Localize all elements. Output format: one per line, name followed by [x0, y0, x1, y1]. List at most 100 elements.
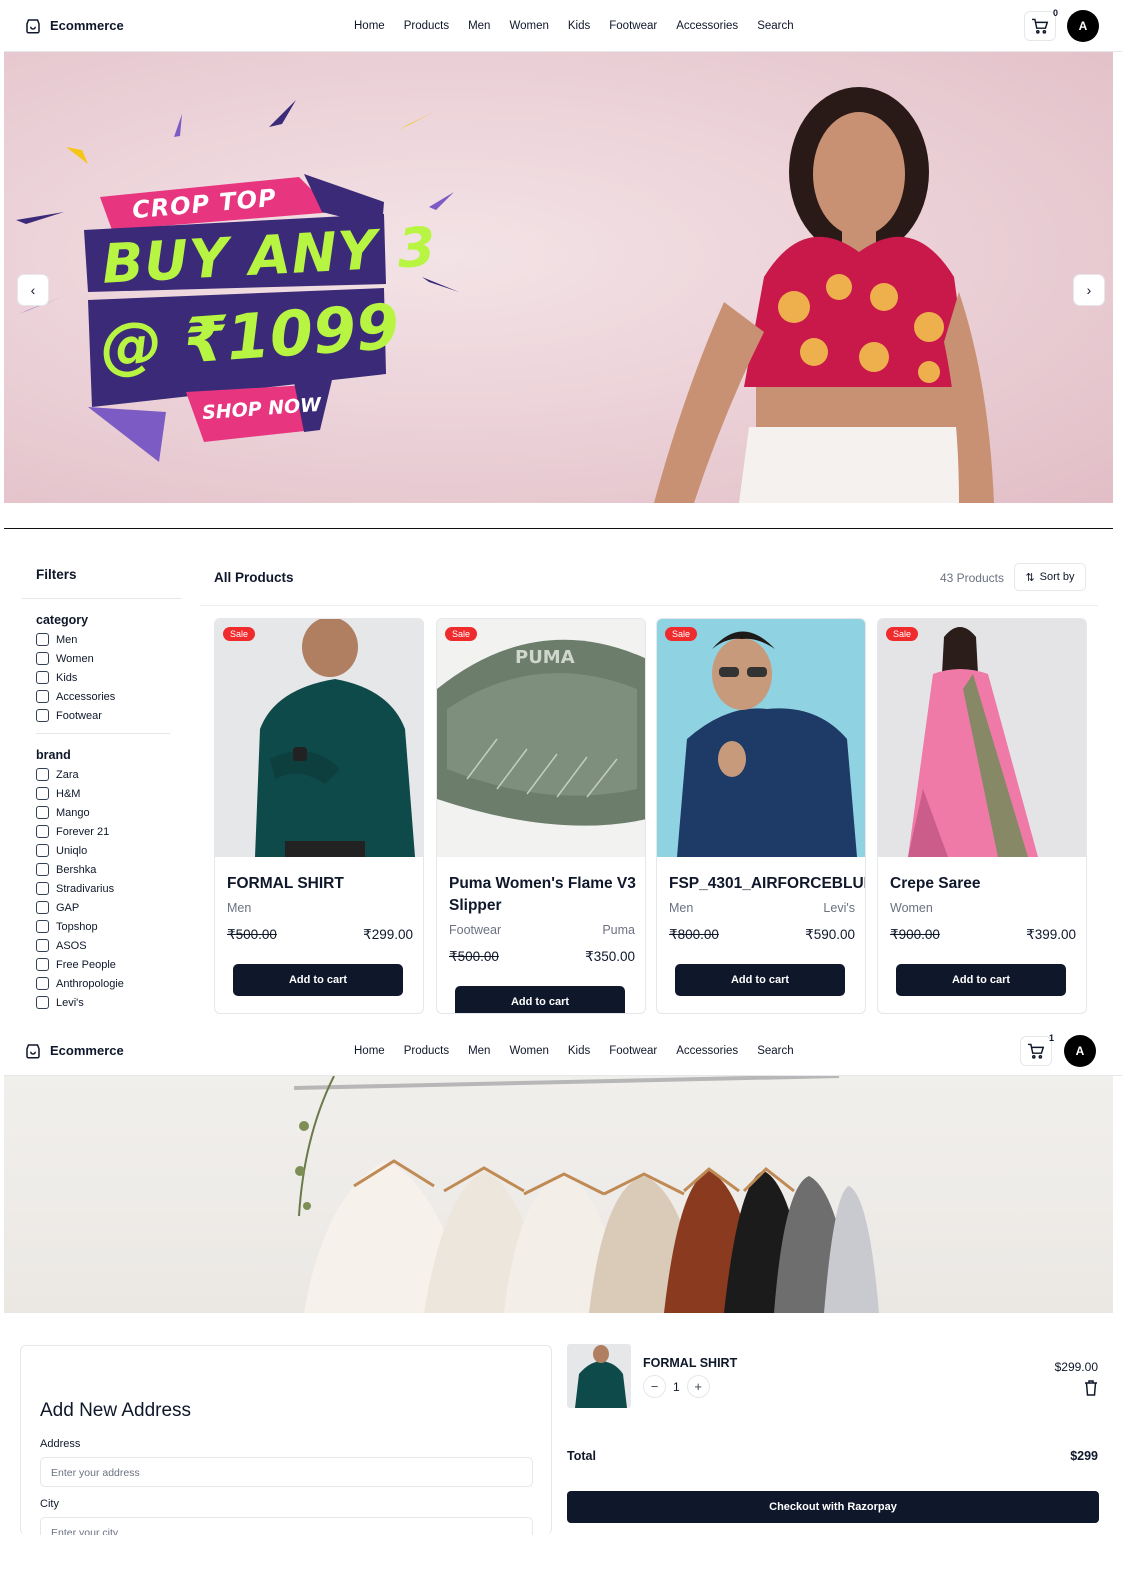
nav-home[interactable]: Home — [354, 20, 385, 32]
brand-option-topshop[interactable]: Topshop — [36, 917, 182, 936]
sort-button[interactable]: ⇅ Sort by — [1014, 563, 1086, 591]
remove-item-button[interactable] — [1084, 1380, 1098, 1401]
category-option-kids[interactable]: Kids — [36, 668, 182, 687]
carousel-next-button[interactable]: › — [1073, 274, 1105, 306]
product-title[interactable]: Puma Women's Flame V3 Slipper — [449, 873, 637, 917]
brand-option-free-people[interactable]: Free People — [36, 955, 182, 974]
product-card[interactable]: PUMA Sale Puma Women's Flame V3 Slipper … — [436, 618, 646, 1014]
checkbox[interactable] — [36, 863, 49, 876]
checkbox[interactable] — [36, 806, 49, 819]
increase-quantity-button[interactable]: + — [686, 1375, 710, 1398]
product-price-row: ₹500.00 ₹350.00 — [449, 949, 635, 965]
product-card[interactable]: Sale FSP_4301_AIRFORCEBLUE Men Levi's ₹8… — [656, 618, 866, 1014]
checkout-button[interactable]: Checkout with Razorpay — [567, 1491, 1099, 1523]
product-image[interactable]: Sale — [215, 619, 423, 857]
cart-item-name: FORMAL SHIRT — [643, 1356, 738, 1370]
sale-price: ₹590.00 — [805, 927, 855, 942]
brand-option-zara[interactable]: Zara — [36, 765, 182, 784]
hero-banner[interactable]: CROP TOP BUY ANY 3 @ ₹1099 SHOP NOW ‹ › — [4, 52, 1113, 503]
category-option-women[interactable]: Women — [36, 649, 182, 668]
brand-option-bershka[interactable]: Bershka — [36, 860, 182, 879]
brand-logo[interactable]: Ecommerce — [24, 0, 124, 51]
product-meta: Footwear Puma — [449, 923, 635, 937]
brand-option-forever21[interactable]: Forever 21 — [36, 822, 182, 841]
checkbox[interactable] — [36, 882, 49, 895]
option-label: Stradivarius — [56, 882, 115, 895]
brand-option-hm[interactable]: H&M — [36, 784, 182, 803]
nav-men[interactable]: Men — [468, 20, 490, 32]
product-image[interactable]: Sale — [878, 619, 1086, 857]
brand-name: Ecommerce — [50, 18, 124, 33]
checkbox[interactable] — [36, 920, 49, 933]
product-image[interactable]: PUMA Sale — [437, 619, 645, 857]
nav-home[interactable]: Home — [354, 1045, 385, 1057]
option-label: Uniqlo — [56, 844, 88, 857]
address-input[interactable]: Enter your address — [40, 1457, 533, 1487]
nav-kids[interactable]: Kids — [568, 20, 590, 32]
product-photo — [657, 619, 865, 857]
checkbox[interactable] — [36, 768, 49, 781]
brand-option-asos[interactable]: ASOS — [36, 936, 182, 955]
product-title[interactable]: FSP_4301_AIRFORCEBLUE — [669, 873, 865, 895]
checkbox[interactable] — [36, 977, 49, 990]
nav-footwear[interactable]: Footwear — [609, 20, 657, 32]
brand-option-uniqlo[interactable]: Uniqlo — [36, 841, 182, 860]
checkbox[interactable] — [36, 671, 49, 684]
sale-badge: Sale — [223, 627, 256, 641]
checkbox[interactable] — [36, 633, 49, 646]
nav-men[interactable]: Men — [468, 1045, 490, 1057]
category-option-men[interactable]: Men — [36, 630, 182, 649]
checkbox[interactable] — [36, 996, 49, 1009]
nav-accessories[interactable]: Accessories — [676, 20, 738, 32]
checkbox[interactable] — [36, 901, 49, 914]
nav-footwear[interactable]: Footwear — [609, 1045, 657, 1057]
decrease-quantity-button[interactable]: − — [643, 1375, 666, 1398]
checkbox[interactable] — [36, 939, 49, 952]
checkbox[interactable] — [36, 787, 49, 800]
checkbox[interactable] — [36, 709, 49, 722]
option-label: Forever 21 — [56, 825, 110, 838]
nav-search[interactable]: Search — [757, 1045, 793, 1057]
brand-option-mango[interactable]: Mango — [36, 803, 182, 822]
checkbox[interactable] — [36, 844, 49, 857]
carousel-prev-button[interactable]: ‹ — [17, 274, 49, 306]
nav-accessories[interactable]: Accessories — [676, 1045, 738, 1057]
cart-button[interactable]: 0 — [1024, 8, 1058, 41]
nav-products[interactable]: Products — [404, 20, 449, 32]
checkbox[interactable] — [36, 825, 49, 838]
option-label: Footwear — [56, 709, 102, 722]
city-input[interactable]: Enter your city — [40, 1517, 533, 1535]
products-header: All Products 43 Products ⇅ Sort by — [200, 550, 1098, 606]
avatar[interactable]: A — [1064, 1035, 1096, 1067]
checkbox[interactable] — [36, 958, 49, 971]
checkbox[interactable] — [36, 652, 49, 665]
brand-option-anthropologie[interactable]: Anthropologie — [36, 974, 182, 993]
cart-button[interactable]: 1 — [1020, 1033, 1054, 1066]
nav-kids[interactable]: Kids — [568, 1045, 590, 1057]
add-to-cart-button[interactable]: Add to cart — [675, 964, 845, 996]
brand-option-stradivarius[interactable]: Stradivarius — [36, 879, 182, 898]
add-to-cart-button[interactable]: Add to cart — [896, 964, 1066, 996]
checkbox[interactable] — [36, 690, 49, 703]
add-to-cart-button[interactable]: Add to cart — [233, 964, 403, 996]
quantity-stepper: − 1 + — [643, 1375, 710, 1398]
product-card[interactable]: Sale FORMAL SHIRT Men ₹500.00 ₹299.00 Ad… — [214, 618, 424, 1014]
nav-products[interactable]: Products — [404, 1045, 449, 1057]
brand-option-levis[interactable]: Levi's — [36, 993, 182, 1012]
product-image[interactable]: Sale — [657, 619, 865, 857]
nav-search[interactable]: Search — [757, 20, 793, 32]
nav-women[interactable]: Women — [509, 20, 548, 32]
brand-logo[interactable]: Ecommerce — [24, 1026, 124, 1075]
nav-women[interactable]: Women — [509, 1045, 548, 1057]
option-label: Kids — [56, 671, 78, 684]
product-card[interactable]: Sale Crepe Saree Women ₹900.00 ₹399.00 A… — [877, 618, 1087, 1014]
avatar[interactable]: A — [1067, 10, 1099, 42]
product-title[interactable]: Crepe Saree — [890, 873, 1078, 895]
add-to-cart-button[interactable]: Add to cart — [455, 986, 625, 1013]
option-label: Bershka — [56, 863, 97, 876]
sort-label: Sort by — [1039, 571, 1075, 583]
category-option-footwear[interactable]: Footwear — [36, 706, 182, 725]
brand-option-gap[interactable]: GAP — [36, 898, 182, 917]
category-option-accessories[interactable]: Accessories — [36, 687, 182, 706]
product-title[interactable]: FORMAL SHIRT — [227, 873, 415, 895]
